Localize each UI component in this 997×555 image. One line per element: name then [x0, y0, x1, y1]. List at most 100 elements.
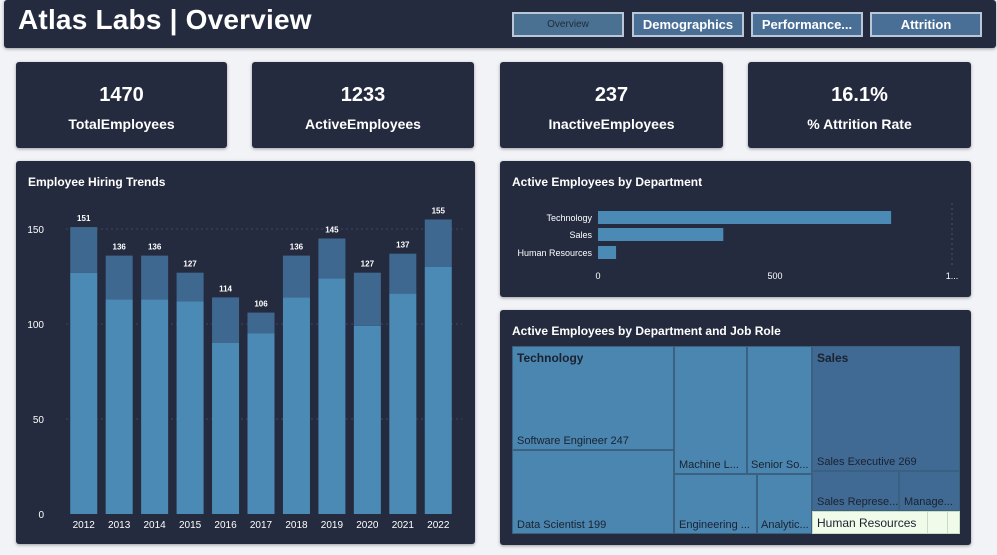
kpi-label: ActiveEmployees	[305, 116, 421, 132]
bar-total-label: 114	[219, 284, 232, 293]
dept-bar-chart: Technology Sales Human Resources 0 500 1...	[517, 203, 959, 281]
bar-segment-lower	[389, 293, 417, 514]
kpi-inactive-employees: 237 InactiveEmployees	[500, 62, 723, 148]
dept-bar	[598, 246, 617, 259]
kpi-active-employees: 1233 ActiveEmployees	[252, 62, 474, 148]
treemap-cell-senior-software[interactable]: Senior So...	[747, 346, 812, 474]
bar-segment-upper	[176, 272, 204, 302]
y-tick-label: 50	[33, 415, 45, 426]
bar-segment-upper	[141, 255, 169, 300]
x-tick-label: 2019	[321, 520, 344, 531]
treemap-cell-label: Analytic...	[761, 519, 809, 531]
treemap-cell-label: Software Engineer 247	[517, 435, 629, 447]
bar-segment-upper	[353, 272, 381, 326]
bar-segment-upper	[247, 312, 275, 334]
bar-segment-lower	[141, 299, 169, 514]
treemap-title: Active Employees by Department and Job R…	[512, 324, 781, 338]
bar-total-label: 136	[148, 243, 162, 252]
x-tick-label: 2022	[427, 520, 450, 531]
bar-segment-lower	[353, 325, 381, 514]
kpi-attrition-rate: 16.1% % Attrition Rate	[748, 62, 971, 148]
bar-segment-upper	[70, 227, 98, 273]
y-tick-label: 100	[27, 320, 44, 331]
treemap-cell-machine-learning[interactable]: Machine L...	[674, 346, 747, 474]
bar-total-label: 151	[77, 214, 91, 223]
bar-segment-upper	[424, 219, 452, 267]
bar-segment-lower	[176, 301, 204, 514]
dept-bar	[598, 211, 892, 224]
bar-total-label: 106	[254, 300, 268, 309]
bar-segment-lower	[105, 299, 133, 514]
x-tick-label: 2013	[108, 520, 131, 531]
nav-overview-button[interactable]: Overview	[512, 12, 624, 37]
treemap-divider	[927, 512, 928, 533]
category-label: Sales	[569, 230, 592, 240]
treemap-group-human-resources: Human Resources	[817, 516, 917, 530]
x-tick-label: 2012	[73, 520, 96, 531]
kpi-value: 1470	[99, 84, 144, 106]
category-label: Human Resources	[517, 248, 592, 258]
treemap-cell-human-resources[interactable]: Human Resources	[812, 511, 960, 534]
treemap-cell-manager[interactable]: Manage...	[899, 471, 960, 511]
treemap-cell-data-scientist[interactable]: Data Scientist 199	[512, 450, 674, 534]
y-tick-label: 150	[27, 225, 44, 236]
nav-attrition-button[interactable]: Attrition	[870, 12, 982, 37]
bar-segment-lower	[282, 297, 310, 514]
treemap-cell-software-engineer[interactable]: Technology Software Engineer 247	[512, 346, 674, 450]
treemap-group-sales: Sales	[817, 351, 849, 365]
kpi-value: 16.1%	[831, 84, 888, 106]
page-title: Atlas Labs | Overview	[18, 4, 312, 35]
y-tick-label: 0	[38, 510, 44, 521]
bar-segment-upper	[318, 238, 346, 279]
treemap-cell-analytics[interactable]: Analytic...	[757, 474, 812, 534]
bar-segment-lower	[247, 333, 275, 514]
bar-total-label: 145	[325, 226, 339, 235]
bar-segment-lower	[70, 272, 98, 514]
category-label: Technology	[546, 213, 592, 223]
x-tick-label: 2015	[179, 520, 202, 531]
bar-segment-upper	[389, 253, 417, 294]
bar-segment-upper	[282, 255, 310, 298]
bar-segment-upper	[105, 255, 133, 300]
bar-segment-lower	[318, 278, 346, 514]
kpi-value: 237	[594, 84, 629, 106]
treemap-cell-sales-executive[interactable]: Sales Sales Executive 269	[812, 346, 960, 471]
kpi-total-employees: 1470 TotalEmployees	[16, 62, 227, 148]
x-tick-label: 2020	[356, 520, 379, 531]
treemap-cell-label: Sales Executive 269	[817, 456, 917, 468]
bar-segment-lower	[212, 343, 240, 514]
x-tick-label: 2018	[285, 520, 308, 531]
treemap-cell-sales-representative[interactable]: Sales Represe...	[812, 471, 899, 511]
hiring-trends-chart: 0 50 100 150 151 2012 136 2013 136 2014 127 2015 114…	[27, 207, 462, 531]
treemap-cell-label: Sales Represe...	[817, 496, 899, 508]
treemap-cell-label: Machine L...	[679, 459, 739, 471]
kpi-value: 1233	[340, 84, 386, 106]
treemap-cell-label: Manage...	[904, 496, 953, 508]
nav-demographics-button[interactable]: Demographics	[632, 12, 744, 37]
bar-segment-upper	[212, 297, 240, 343]
x-tick-label: 0	[595, 271, 600, 281]
x-tick-label: 2021	[392, 520, 415, 531]
nav-performance-button[interactable]: Performance...	[751, 12, 863, 37]
bar-total-label: 127	[183, 260, 197, 269]
bar-segment-lower	[424, 267, 452, 514]
bar-total-label: 137	[396, 241, 410, 250]
x-tick-label: 2017	[250, 520, 273, 531]
treemap-divider	[947, 512, 948, 533]
x-tick-label: 2014	[144, 520, 167, 531]
kpi-label: % Attrition Rate	[807, 116, 912, 132]
dept-chart-card: Active Employees by Department Technolog…	[500, 161, 971, 297]
x-tick-label: 1...	[946, 271, 959, 281]
treemap-cell-label: Senior So...	[751, 459, 809, 471]
bar-total-label: 136	[113, 243, 127, 252]
bar-total-label: 136	[290, 243, 304, 252]
x-tick-label: 500	[767, 271, 782, 281]
bar-total-label: 127	[361, 260, 375, 269]
treemap-group-technology: Technology	[517, 351, 584, 365]
treemap-cell-label: Engineering ...	[679, 519, 750, 531]
treemap-cell-engineering[interactable]: Engineering ...	[674, 474, 757, 534]
dept-bar	[598, 228, 724, 241]
kpi-label: TotalEmployees	[68, 116, 175, 132]
x-tick-label: 2016	[214, 520, 237, 531]
hiring-trends-card: Employee Hiring Trends 0 50 100 150 151 2012 1…	[16, 161, 475, 544]
